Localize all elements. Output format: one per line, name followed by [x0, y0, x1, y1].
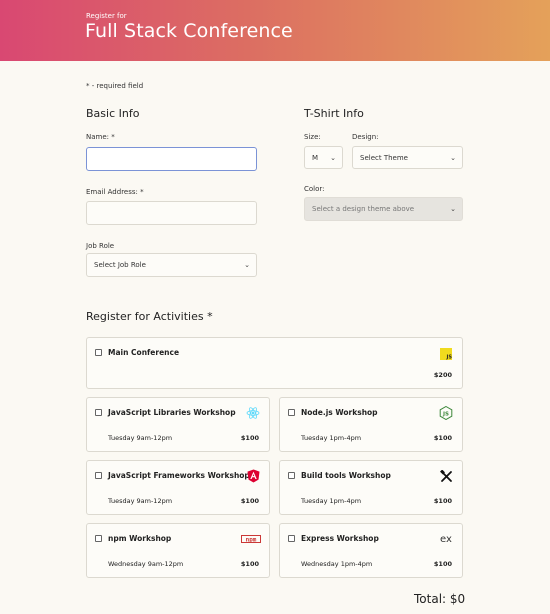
npm-icon: npm [241, 532, 261, 546]
svg-text:JS: JS [446, 355, 453, 361]
activity-checkbox[interactable] [288, 472, 295, 479]
design-value: Select Theme [360, 153, 408, 162]
basic-info-title: Basic Info [86, 107, 140, 120]
activity-checkbox[interactable] [95, 535, 102, 542]
nodejs-icon: JS [439, 406, 453, 420]
activity-time: Wednesday 9am-12pm [108, 560, 184, 568]
total-cost: Total: $0 [414, 592, 466, 606]
activity-price: $100 [433, 497, 452, 505]
tshirt-info-title: T-Shirt Info [304, 107, 364, 120]
activity-price: $100 [433, 560, 452, 568]
activity-card-js-frameworks[interactable]: JavaScript Frameworks Workshop Tuesday 9… [86, 460, 270, 515]
required-note: * - required field [86, 82, 144, 90]
activity-time: Tuesday 1pm-4pm [301, 434, 362, 442]
activity-checkbox[interactable] [95, 472, 102, 479]
activity-checkbox[interactable] [95, 409, 102, 416]
activity-name: Express Workshop [301, 534, 379, 543]
activity-card-npm[interactable]: npm Workshop npm Wednesday 9am-12pm $100 [86, 523, 270, 578]
design-label: Design: [352, 133, 379, 141]
chevron-down-icon: ⌄ [330, 153, 336, 162]
header-subtitle: Register for [86, 12, 127, 20]
svg-text:JS: JS [442, 411, 449, 417]
name-input[interactable] [86, 147, 257, 171]
activity-price: $200 [433, 371, 452, 379]
activity-checkbox[interactable] [288, 409, 295, 416]
activity-checkbox[interactable] [288, 535, 295, 542]
activity-name: JavaScript Libraries Workshop [108, 408, 236, 417]
activity-price: $100 [240, 434, 259, 442]
email-input[interactable] [86, 201, 257, 225]
activity-time: Tuesday 1pm-4pm [301, 497, 362, 505]
page-title: Full Stack Conference [85, 20, 293, 42]
page-header: Register for Full Stack Conference [0, 0, 550, 61]
activity-price: $100 [240, 497, 259, 505]
chevron-down-icon: ⌄ [244, 261, 250, 269]
activities-title: Register for Activities * [86, 310, 213, 323]
activity-name: Build tools Workshop [301, 471, 391, 480]
activity-card-main-conference[interactable]: Main Conference JS $200 [86, 337, 463, 389]
design-select[interactable]: Select Theme ⌄ [352, 146, 463, 169]
angular-icon [246, 469, 260, 483]
activity-card-build-tools[interactable]: Build tools Workshop Tuesday 1pm-4pm $10… [279, 460, 463, 515]
color-select[interactable]: Select a design theme above ⌄ [304, 197, 463, 221]
react-icon [246, 406, 260, 420]
job-role-value: Select Job Role [94, 261, 146, 269]
activity-name: JavaScript Frameworks Workshop [108, 471, 250, 480]
activity-card-express[interactable]: Express Workshop ex Wednesday 1pm-4pm $1… [279, 523, 463, 578]
activity-card-nodejs[interactable]: Node.js Workshop JS Tuesday 1pm-4pm $100 [279, 397, 463, 452]
build-tools-icon [439, 469, 453, 483]
email-label: Email Address: * [86, 188, 144, 196]
name-label: Name: * [86, 133, 115, 141]
activity-name: Main Conference [108, 348, 180, 357]
activity-time: Tuesday 9am-12pm [108, 497, 173, 505]
activity-price: $100 [433, 434, 452, 442]
job-role-label: Job Role [86, 242, 115, 250]
chevron-down-icon: ⌄ [450, 153, 456, 162]
job-role-select[interactable]: Select Job Role ⌄ [86, 253, 257, 277]
size-select[interactable]: M ⌄ [304, 146, 343, 169]
activity-time: Tuesday 9am-12pm [108, 434, 173, 442]
activity-price: $100 [240, 560, 259, 568]
size-value: M [312, 153, 319, 162]
activity-name: npm Workshop [108, 534, 172, 543]
javascript-icon: JS [439, 347, 453, 361]
activity-time: Wednesday 1pm-4pm [301, 560, 373, 568]
express-icon: ex [440, 533, 452, 545]
color-value: Select a design theme above [312, 205, 415, 213]
activity-checkbox[interactable] [95, 349, 102, 356]
chevron-down-icon: ⌄ [450, 205, 456, 213]
svg-text:npm: npm [246, 536, 257, 543]
size-label: Size: [304, 133, 321, 141]
color-label: Color: [304, 185, 325, 193]
activity-name: Node.js Workshop [301, 408, 378, 417]
activity-card-js-libraries[interactable]: JavaScript Libraries Workshop Tuesday 9a… [86, 397, 270, 452]
